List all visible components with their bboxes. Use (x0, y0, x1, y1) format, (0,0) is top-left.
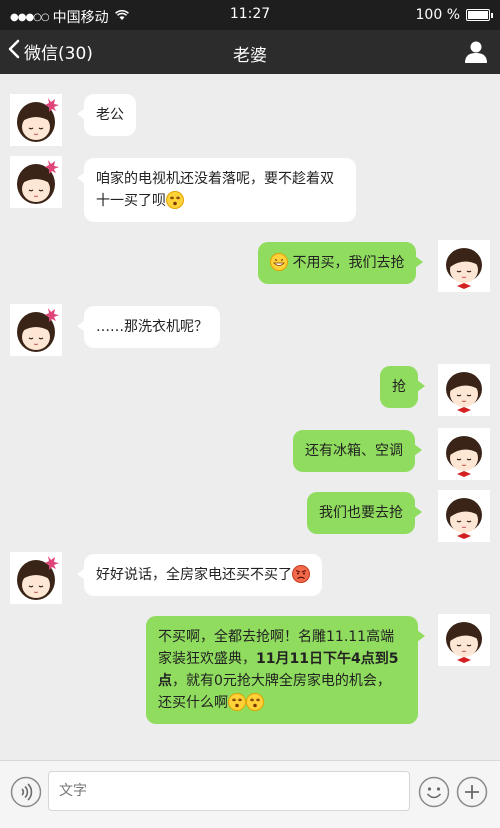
her-avatar[interactable] (10, 94, 62, 146)
message-bubble-incoming[interactable]: 咱家的电视机还没着落呢，要不趁着双 十一买了呗 (77, 158, 356, 222)
battery-icon (466, 9, 493, 21)
message-input[interactable] (48, 771, 410, 811)
message-bubble-outgoing[interactable]: 不用买，我们去抢 (258, 242, 424, 284)
message-bubble-outgoing[interactable]: 不买啊，全都去抢啊！名雕11.11高端 家装狂欢盛典，11月11日下午4点到5 … (146, 616, 425, 724)
message-text-line1: 咱家的电视机还没着落呢，要不趁着双 (96, 171, 334, 187)
message-text: 抢 (392, 379, 406, 395)
status-bar: ●●●○○ 中国移动 11:27 100 % (0, 0, 500, 30)
message-text-line2: 十一买了呗 (96, 193, 166, 209)
my-avatar[interactable] (438, 364, 490, 416)
message-bubble-outgoing[interactable]: 还有冰箱、空调 (293, 430, 422, 472)
battery-text: 100 % (415, 7, 460, 23)
message-bubble-outgoing[interactable]: 我们也要去抢 (307, 492, 422, 534)
message-text: 还有冰箱、空调 (305, 443, 403, 459)
dizzy-face-emoji-icon (246, 693, 264, 711)
message-text: 老公 (96, 107, 124, 123)
chat-title: 老婆 (233, 46, 267, 66)
chat-area[interactable]: 老公 咱家的电视机还没着落呢，要不趁着双 十一买了呗 不用买，我们去抢 ……那洗… (0, 74, 500, 760)
battery-status: 100 % (415, 7, 493, 23)
message-text: 不用买，我们去抢 (292, 255, 405, 271)
message-text-line4: 还买什么啊 (158, 695, 228, 711)
message-text-line3: ，就有0元抢大牌全房家电的机会， (172, 673, 391, 689)
more-options-button[interactable] (456, 776, 488, 808)
message-text: 好好说话，全房家电还买不买了 (96, 567, 292, 583)
message-text-line2: 家装狂欢盛典， (158, 651, 256, 667)
her-avatar[interactable] (10, 156, 62, 208)
my-avatar[interactable] (438, 240, 490, 292)
message-text-line1: 不买啊，全都去抢啊！名雕11.11高端 (158, 629, 395, 645)
my-avatar[interactable] (438, 614, 490, 666)
her-avatar[interactable] (10, 552, 62, 604)
voice-input-button[interactable] (10, 776, 42, 808)
message-text-highlight-end: 点 (158, 673, 172, 689)
nav-bar: 微信(30) 老婆 (0, 30, 500, 74)
message-text: ……那洗衣机呢？ (96, 319, 208, 335)
contact-profile-icon[interactable] (464, 40, 488, 64)
my-avatar[interactable] (438, 490, 490, 542)
my-avatar[interactable] (438, 428, 490, 480)
her-avatar[interactable] (10, 304, 62, 356)
input-bar (0, 760, 500, 828)
message-bubble-incoming[interactable]: 好好说话，全房家电还买不买了 (77, 554, 322, 596)
message-bubble-incoming[interactable]: 老公 (77, 94, 136, 136)
emoji-button[interactable] (418, 776, 450, 808)
grinning-face-emoji-icon (270, 253, 288, 271)
message-text: 我们也要去抢 (319, 505, 403, 521)
message-bubble-outgoing[interactable]: 抢 (380, 366, 425, 408)
message-text-highlight: 11月11日下午4点到5 (256, 651, 399, 667)
message-bubble-incoming[interactable]: ……那洗衣机呢？ (77, 306, 220, 348)
dizzy-face-emoji-icon (228, 693, 246, 711)
dizzy-face-emoji-icon (166, 191, 184, 209)
angry-face-emoji-icon (292, 565, 310, 583)
